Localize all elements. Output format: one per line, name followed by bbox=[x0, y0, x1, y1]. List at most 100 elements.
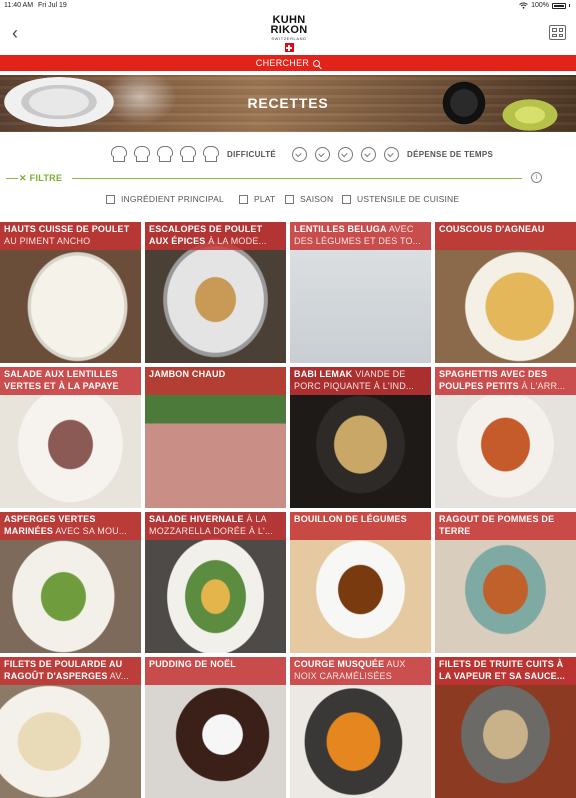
recipe-card[interactable]: SALADE AUX LENTILLES VERTES ET À LA PAPA… bbox=[0, 367, 141, 508]
grid-view-icon[interactable] bbox=[549, 25, 566, 40]
swiss-flag-icon bbox=[284, 43, 294, 52]
status-bar: 11:40 AM Fri Jul 19 100% bbox=[0, 0, 576, 12]
search-bar[interactable]: CHERCHER bbox=[0, 55, 576, 71]
recipe-card[interactable]: ESCALOPES DE POULET AUX ÉPICES À LA MODE… bbox=[145, 222, 286, 363]
recipe-caption: BABI LEMAK VIANDE DE PORC PIQUANTE À L'I… bbox=[290, 367, 431, 395]
checkbox-box bbox=[106, 194, 115, 204]
filter-checkbox-utensil[interactable]: USTENSILE DE CUISINE bbox=[342, 194, 459, 204]
recipe-caption: SALADE HIVERNALE À LA MOZZARELLA DORÉE À… bbox=[145, 512, 286, 540]
recipe-card[interactable]: PUDDING DE NOËL bbox=[145, 657, 286, 798]
clock-icon[interactable] bbox=[384, 147, 399, 162]
filter-option-label: PLAT bbox=[254, 194, 276, 204]
recipe-caption: SALADE AUX LENTILLES VERTES ET À LA PAPA… bbox=[0, 367, 141, 395]
filter-checkbox-season[interactable]: SAISON bbox=[285, 194, 333, 204]
recipe-title: BABI LEMAK bbox=[294, 369, 353, 379]
recipe-caption: ASPERGES VERTES MARINÉES AVEC SA MOU... bbox=[0, 512, 141, 540]
clock-icon[interactable] bbox=[315, 147, 330, 162]
recipe-card[interactable]: SALADE HIVERNALE À LA MOZZARELLA DORÉE À… bbox=[145, 512, 286, 653]
difficulty-row: DIFFICULTÉ DÉPENSE DE TEMPS bbox=[0, 143, 576, 165]
filter-label: FILTRE bbox=[29, 173, 63, 183]
difficulty-label: DIFFICULTÉ bbox=[227, 150, 277, 159]
recipe-title: LENTILLES BELUGA bbox=[294, 224, 387, 234]
recipe-caption: JAMBON CHAUD bbox=[145, 367, 286, 395]
recipe-caption: RAGOUT DE POMMES DE TERRE bbox=[435, 512, 576, 540]
info-icon[interactable]: i bbox=[531, 172, 542, 183]
close-icon: ✕ bbox=[19, 173, 27, 183]
logo-line-2: RIKON bbox=[270, 24, 308, 36]
recipe-title: BOUILLON DE LÉGUMES bbox=[294, 514, 407, 524]
chevron-left-icon[interactable]: ‹ bbox=[12, 24, 18, 42]
recipe-card[interactable]: FILETS DE POULARDE AU RAGOÛT D'ASPERGES … bbox=[0, 657, 141, 798]
filter-options: INGRÉDIENT PRINCIPAL PLAT SAISON USTENSI… bbox=[0, 194, 576, 206]
recipe-card[interactable]: RAGOUT DE POMMES DE TERRE bbox=[435, 512, 576, 653]
recipe-card[interactable]: BOUILLON DE LÉGUMES bbox=[290, 512, 431, 653]
recipe-title: FILETS DE POULARDE AU RAGOÛT D'ASPERGES bbox=[4, 659, 123, 681]
recipe-card[interactable]: BABI LEMAK VIANDE DE PORC PIQUANTE À L'I… bbox=[290, 367, 431, 508]
time-effort-label: DÉPENSE DE TEMPS bbox=[407, 150, 494, 159]
filter-option-label: SAISON bbox=[300, 194, 334, 204]
recipe-card[interactable]: LENTILLES BELUGA AVEC DES LÉGUMES ET DES… bbox=[290, 222, 431, 363]
filter-option-label: INGRÉDIENT PRINCIPAL bbox=[121, 194, 224, 204]
chef-hat-icon[interactable] bbox=[179, 145, 197, 163]
recipe-card[interactable]: HAUTS CUISSE DE POULET AU PIMENT ANCHO bbox=[0, 222, 141, 363]
recipe-caption: ESCALOPES DE POULET AUX ÉPICES À LA MODE… bbox=[145, 222, 286, 250]
recipe-title: COURGE MUSQUÉE bbox=[294, 659, 385, 669]
chef-hat-icon[interactable] bbox=[202, 145, 220, 163]
recipe-title: SALADE HIVERNALE bbox=[149, 514, 244, 524]
recipe-caption: COURGE MUSQUÉE AUX NOIX CARAMÉLISÉES bbox=[290, 657, 431, 685]
logo-line-3: SWITZERLAND bbox=[271, 36, 307, 41]
recipe-title: PUDDING DE NOËL bbox=[149, 659, 237, 669]
recipe-card[interactable]: JAMBON CHAUD bbox=[145, 367, 286, 508]
search-label: CHERCHER bbox=[255, 58, 310, 68]
clock-icon[interactable] bbox=[338, 147, 353, 162]
recipe-subtitle: AVEC SA MOU... bbox=[55, 525, 127, 536]
filter-toggle[interactable]: ✕ FILTRE bbox=[19, 173, 62, 184]
checkbox-box bbox=[342, 194, 351, 204]
battery-percent: 100% bbox=[531, 2, 549, 9]
recipe-title: COUSCOUS D'AGNEAU bbox=[439, 224, 545, 234]
filter-checkbox-main-ingredient[interactable]: INGRÉDIENT PRINCIPAL bbox=[106, 194, 224, 204]
status-right: 100% bbox=[519, 2, 570, 9]
divider bbox=[6, 178, 18, 179]
divider bbox=[72, 178, 522, 179]
battery-icon bbox=[552, 2, 566, 9]
recipe-subtitle: À L'ARR... bbox=[521, 380, 566, 391]
recipe-caption: SPAGHETTIS AVEC DES POULPES PETITS À L'A… bbox=[435, 367, 576, 395]
chef-hat-icon[interactable] bbox=[110, 145, 128, 163]
navigation-bar: ‹ KUHN RIKON SWITZERLAND bbox=[0, 12, 576, 55]
recipe-card[interactable]: COURGE MUSQUÉE AUX NOIX CARAMÉLISÉES bbox=[290, 657, 431, 798]
recipe-caption: FILETS DE POULARDE AU RAGOÛT D'ASPERGES … bbox=[0, 657, 141, 685]
recipes-banner: RECETTES bbox=[0, 75, 576, 132]
recipe-caption: PUDDING DE NOËL bbox=[145, 657, 286, 685]
chef-hat-icon[interactable] bbox=[156, 145, 174, 163]
recipe-title: RAGOUT DE POMMES DE TERRE bbox=[439, 514, 555, 536]
recipe-title: JAMBON CHAUD bbox=[149, 369, 226, 379]
recipe-card[interactable]: SPAGHETTIS AVEC DES POULPES PETITS À L'A… bbox=[435, 367, 576, 508]
recipe-title: HAUTS CUISSE DE POULET bbox=[4, 224, 130, 234]
battery-tip bbox=[569, 4, 570, 7]
chef-hat-icon[interactable] bbox=[133, 145, 151, 163]
recipe-grid: HAUTS CUISSE DE POULET AU PIMENT ANCHO E… bbox=[0, 222, 576, 798]
recipe-caption: LENTILLES BELUGA AVEC DES LÉGUMES ET DES… bbox=[290, 222, 431, 250]
clock-icon[interactable] bbox=[361, 147, 376, 162]
filter-row: ✕ FILTRE i bbox=[0, 171, 576, 185]
recipe-card[interactable]: FILETS DE TRUITE CUITS À LA VAPEUR ET SA… bbox=[435, 657, 576, 798]
status-time: 11:40 AM bbox=[4, 2, 34, 9]
filter-option-label: USTENSILE DE CUISINE bbox=[357, 194, 460, 204]
recipe-card[interactable]: COUSCOUS D'AGNEAU bbox=[435, 222, 576, 363]
recipe-subtitle: AV... bbox=[109, 670, 129, 681]
recipe-caption: BOUILLON DE LÉGUMES bbox=[290, 512, 431, 540]
recipe-caption: FILETS DE TRUITE CUITS À LA VAPEUR ET SA… bbox=[435, 657, 576, 685]
recipe-card[interactable]: ASPERGES VERTES MARINÉES AVEC SA MOU... bbox=[0, 512, 141, 653]
checkbox-box bbox=[285, 194, 294, 204]
recipe-caption: COUSCOUS D'AGNEAU bbox=[435, 222, 576, 250]
recipe-subtitle: À LA MODE... bbox=[208, 235, 267, 246]
wifi-icon bbox=[519, 2, 528, 9]
search-icon bbox=[313, 60, 321, 67]
clock-icon[interactable] bbox=[292, 147, 307, 162]
filter-checkbox-dish[interactable]: PLAT bbox=[239, 194, 275, 204]
recipe-title: FILETS DE TRUITE CUITS À LA VAPEUR ET SA… bbox=[439, 659, 565, 681]
recipe-subtitle: AU PIMENT ANCHO bbox=[4, 235, 91, 246]
checkbox-box bbox=[239, 194, 248, 204]
status-date: Fri Jul 19 bbox=[38, 2, 67, 9]
